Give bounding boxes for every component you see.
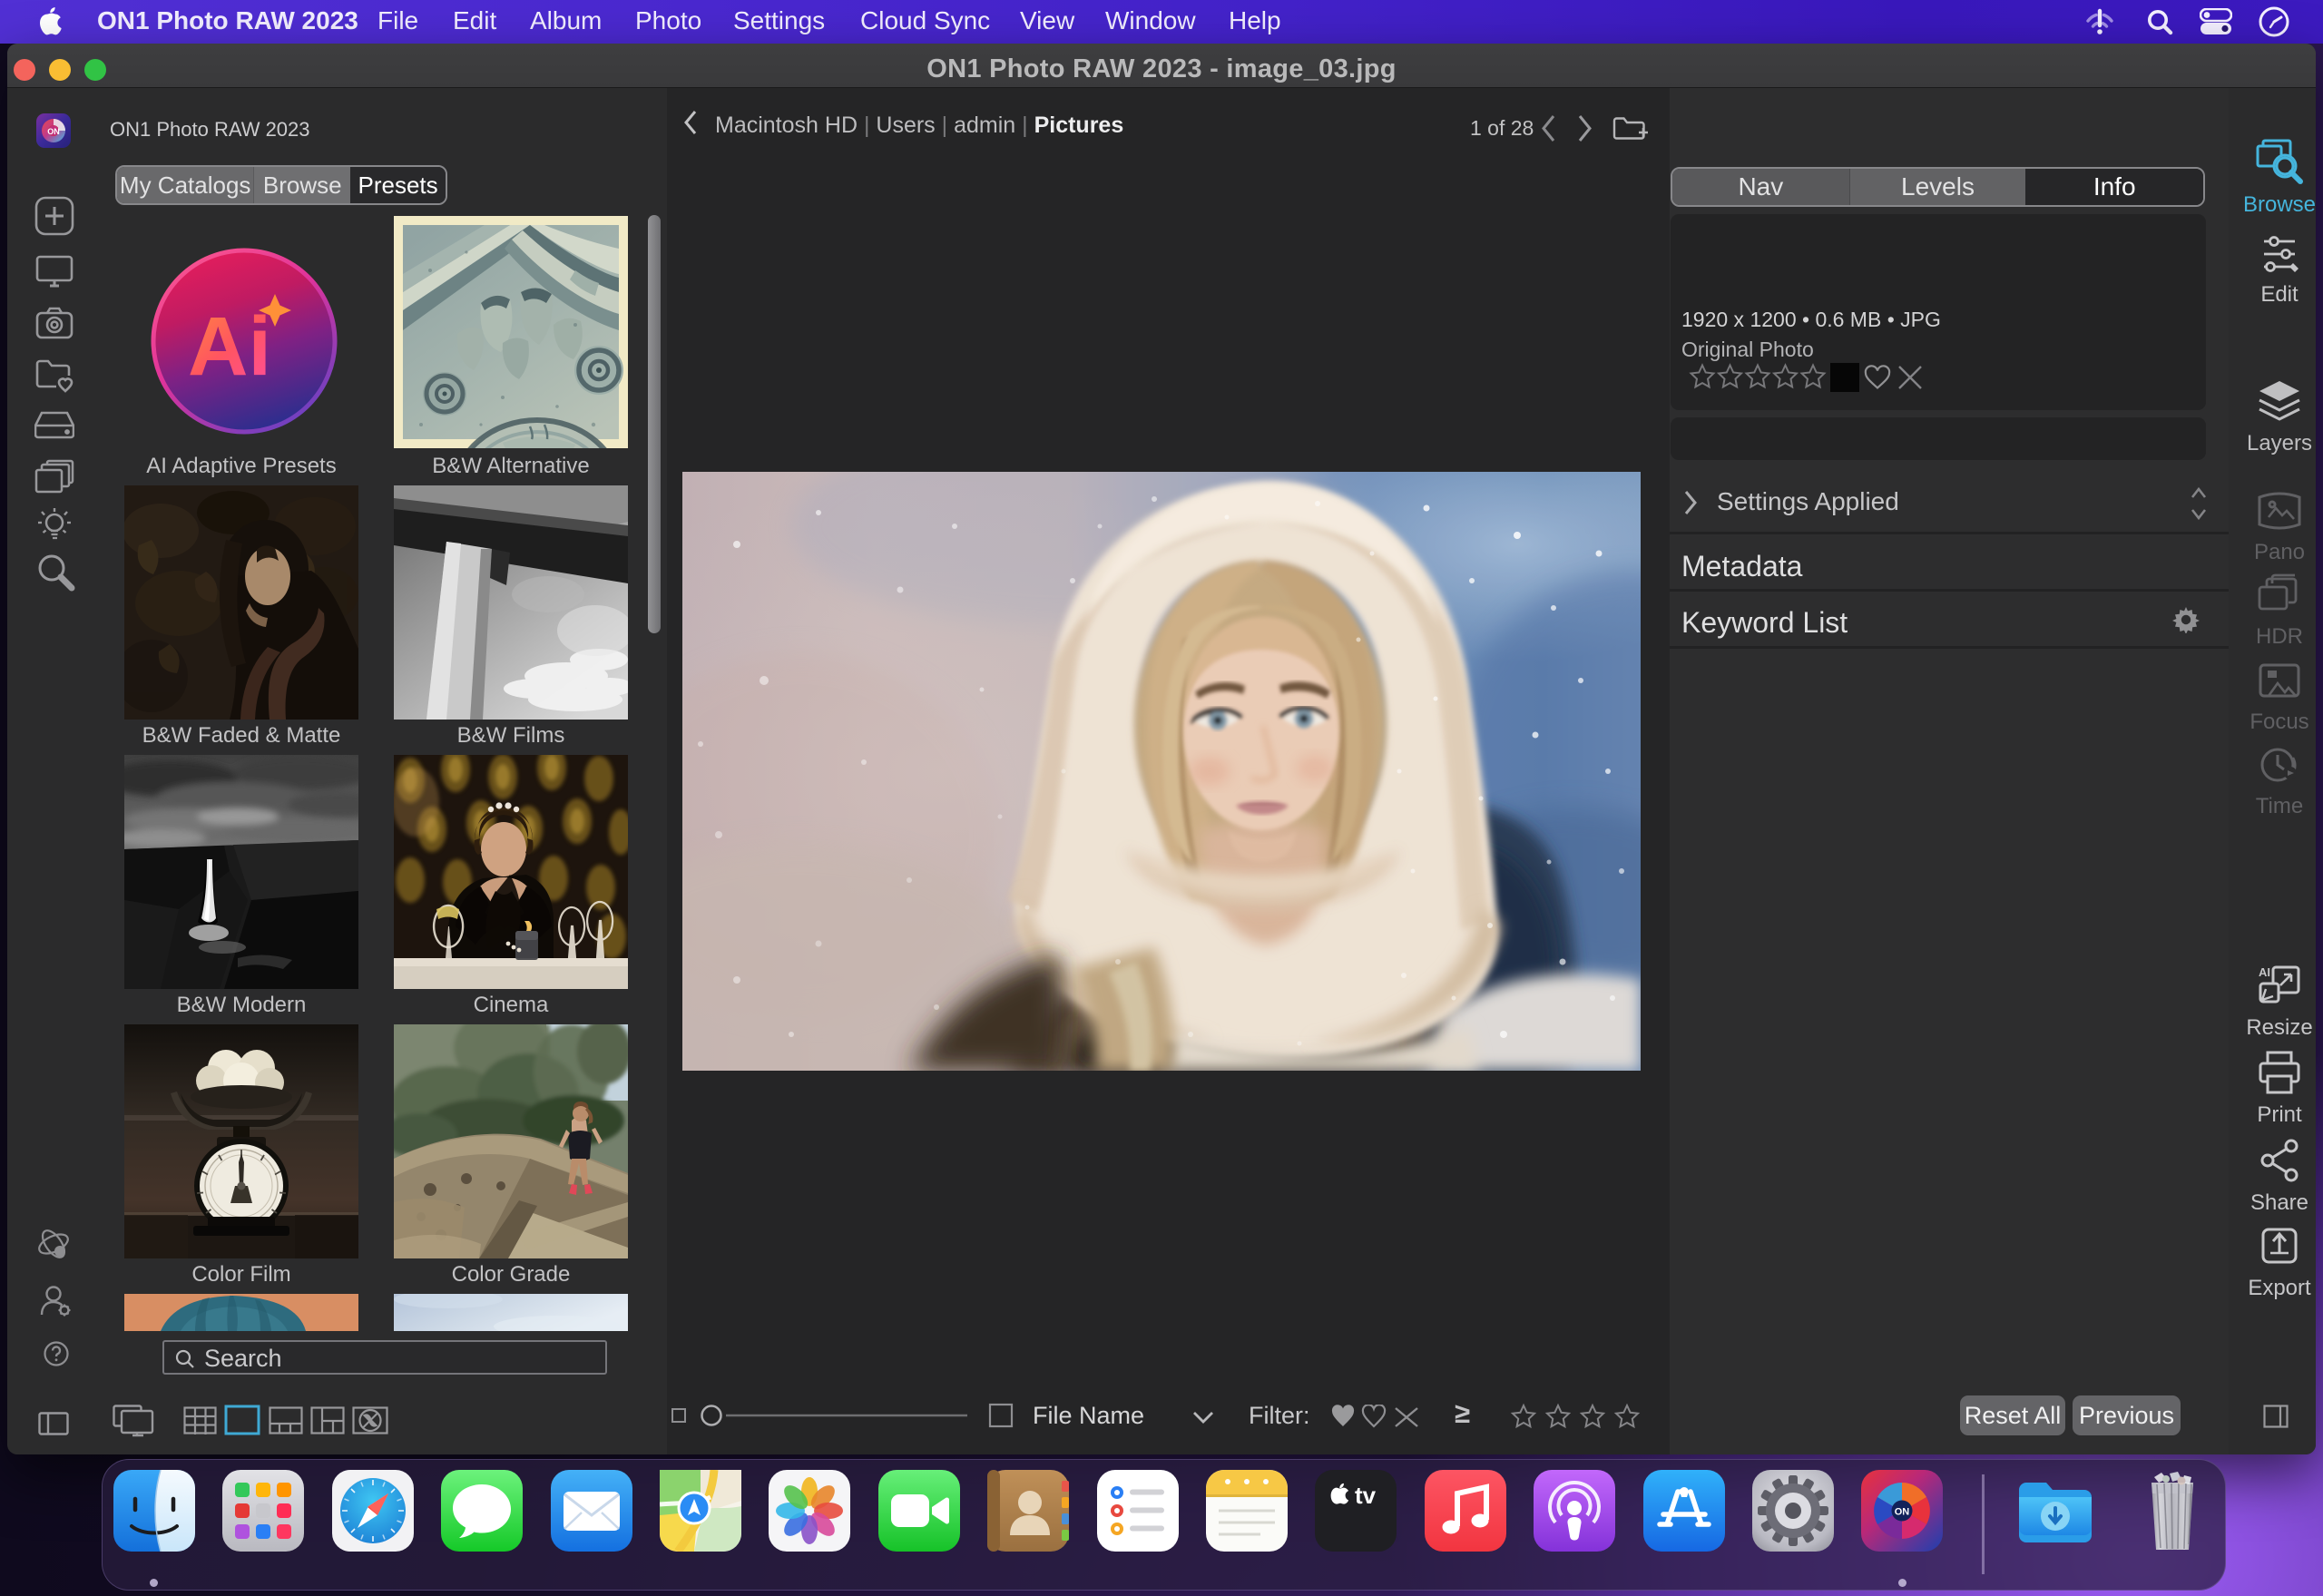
svg-text:ON: ON bbox=[47, 127, 60, 136]
svg-text:tv: tv bbox=[1355, 1482, 1377, 1509]
svg-text:ON: ON bbox=[1895, 1507, 1910, 1518]
svg-text:AI: AI bbox=[2259, 965, 2270, 979]
svg-text:Ai: Ai bbox=[188, 300, 271, 393]
